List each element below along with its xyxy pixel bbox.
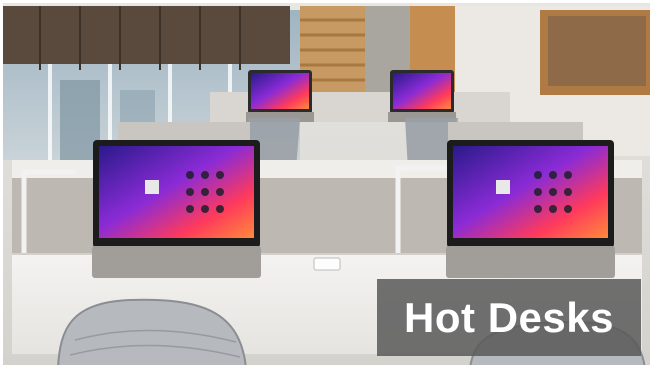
caption-banner: Hot Desks bbox=[377, 279, 641, 356]
back-screen-left bbox=[246, 70, 314, 122]
front-device-right bbox=[446, 140, 615, 278]
hot-desks-photo: Hot Desks bbox=[0, 0, 653, 368]
caption-title: Hot Desks bbox=[404, 293, 614, 341]
front-device-left bbox=[92, 140, 261, 278]
back-screen-right bbox=[388, 70, 456, 122]
